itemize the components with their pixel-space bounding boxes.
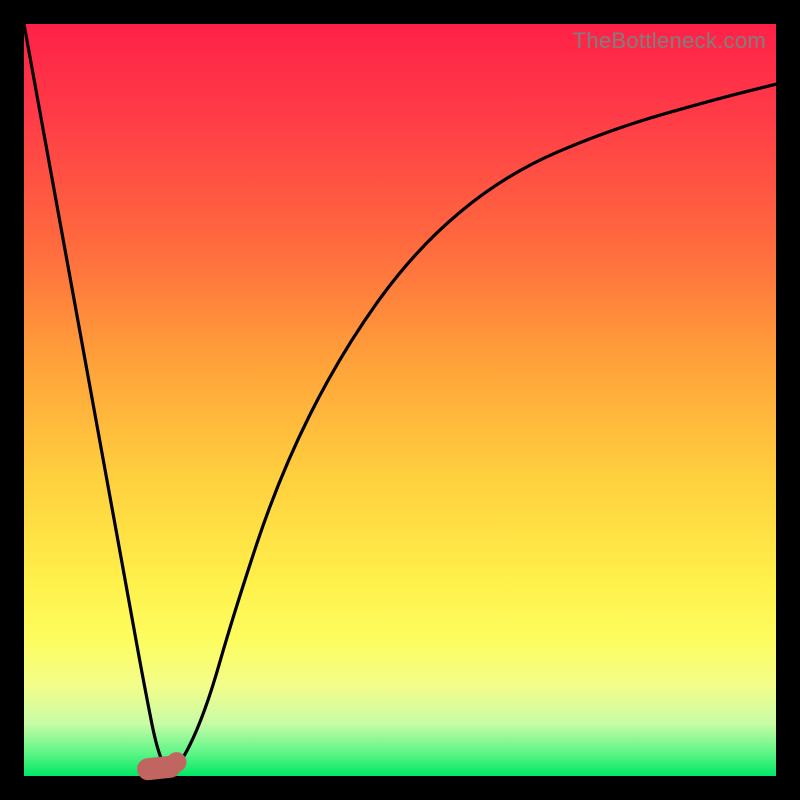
chart-frame: TheBottleneck.com [0, 0, 800, 800]
bottleneck-curve [24, 24, 776, 776]
plot-area: TheBottleneck.com [24, 24, 776, 776]
curve-path [24, 24, 776, 770]
minimum-marker [136, 755, 182, 781]
